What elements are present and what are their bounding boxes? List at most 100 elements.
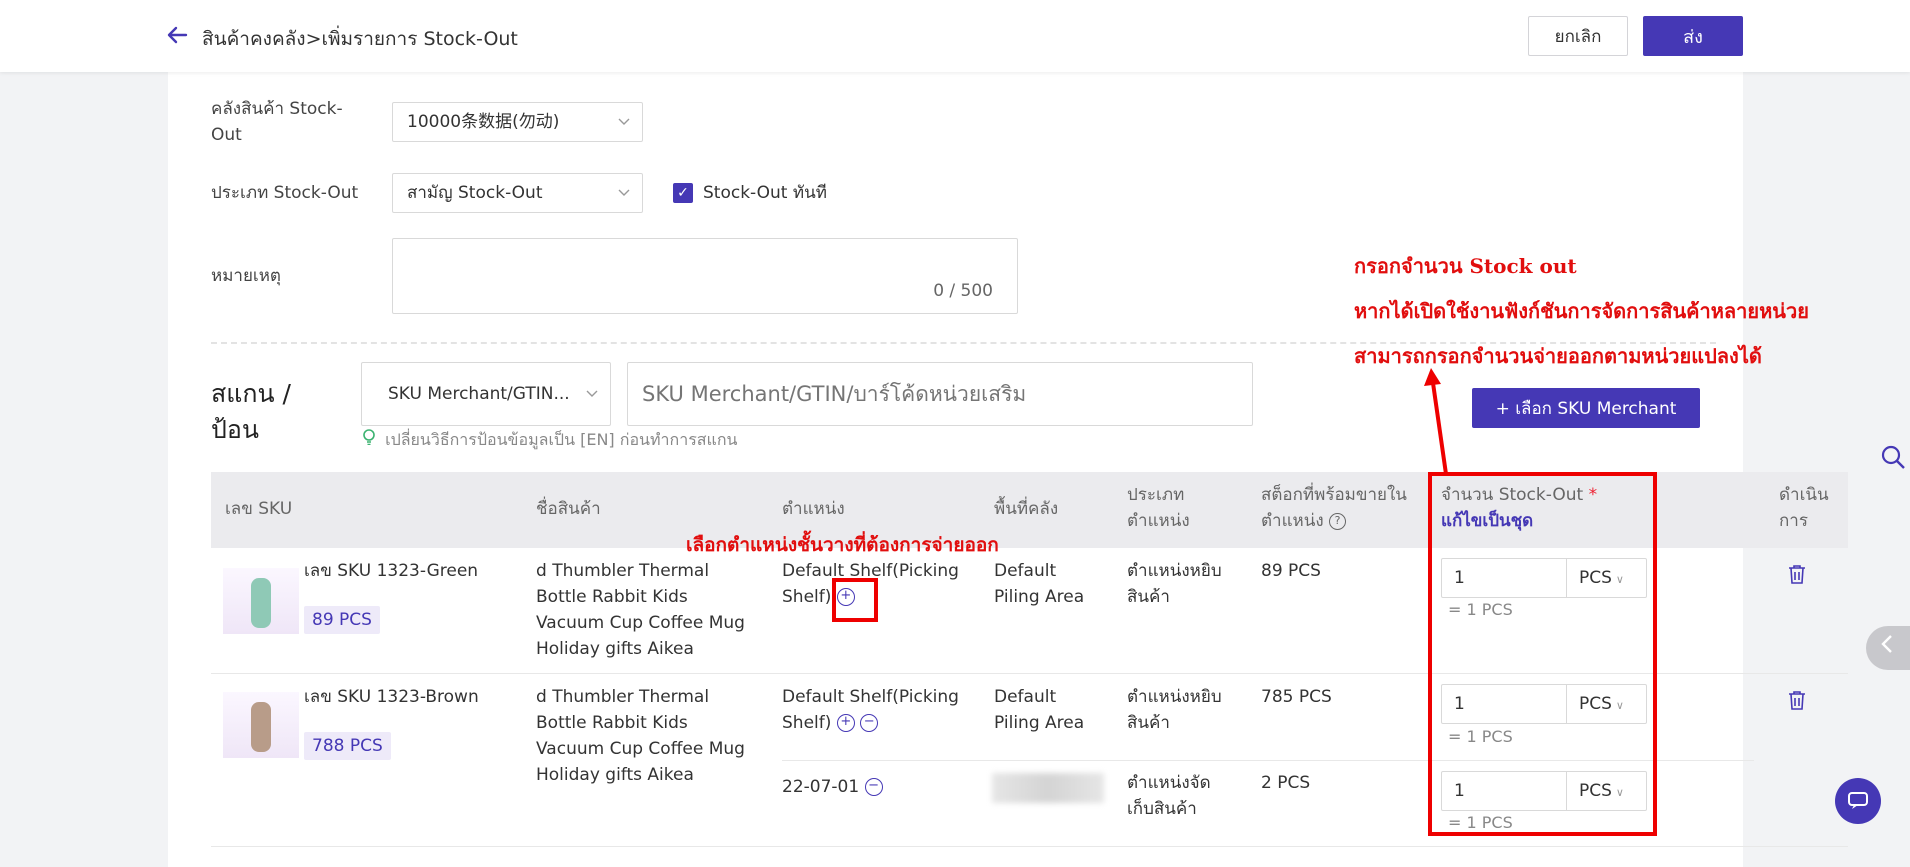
- warehouse-select-value: 10000条数据(勿动): [407, 112, 560, 132]
- note-label: หมายเหตุ: [211, 266, 281, 286]
- cancel-button[interactable]: ยกเลิก: [1528, 16, 1628, 56]
- question-icon[interactable]: ?: [1329, 512, 1347, 530]
- location-type-line1: ตำแหน่งหยิบ: [1127, 687, 1222, 707]
- search-icon[interactable]: [1880, 444, 1906, 476]
- th-location: ตำแหน่ง: [782, 499, 845, 519]
- type-select[interactable]: สามัญ Stock-Out: [392, 173, 643, 213]
- chevron-left-icon: [1881, 635, 1892, 653]
- blurred-area: [992, 773, 1104, 803]
- annotation-shelf-box: [832, 578, 878, 622]
- scan-input[interactable]: [627, 362, 1253, 426]
- annotation-arrow-icon: [1424, 368, 1448, 475]
- back-arrow-icon[interactable]: [166, 24, 190, 48]
- th-action-line1: ดำเนิน: [1779, 485, 1829, 505]
- product-name-line: Bottle Rabbit Kids: [536, 713, 688, 733]
- note-char-count: 0 / 500: [933, 281, 993, 301]
- sku-code: เลข SKU 1323-Brown: [304, 687, 479, 707]
- product-name-line: d Thumbler Thermal: [536, 561, 710, 581]
- th-location-type: ประเภท ตำแหน่ง: [1127, 482, 1190, 534]
- add-location-icon[interactable]: +: [836, 714, 855, 732]
- scan-mode-select[interactable]: SKU Merchant/GTIN...: [361, 362, 611, 426]
- bottle-image: [251, 702, 271, 752]
- product-name-line: d Thumbler Thermal: [536, 687, 710, 707]
- product-thumbnail: [223, 692, 299, 758]
- location-type-line2: สินค้า: [1127, 713, 1170, 733]
- scan-title: สแกน / ป้อน: [211, 376, 291, 448]
- collapse-panel-tab[interactable]: [1866, 626, 1910, 670]
- area-line1: Default: [994, 687, 1057, 707]
- warehouse-area: Default Piling Area: [994, 558, 1084, 610]
- location-type-line2: สินค้า: [1127, 587, 1170, 607]
- th-available-stock: สต็อกที่พร้อมขายใน ตำแหน่ง ?: [1261, 482, 1407, 534]
- product-name-line: Vacuum Cup Coffee Mug: [536, 613, 745, 633]
- scan-title-line2: ป้อน: [211, 415, 259, 444]
- product-name-line: Holiday gifts Aikea: [536, 765, 694, 785]
- stock-badge: 788 PCS: [304, 732, 391, 760]
- breadcrumb: สินค้าคงคลัง>เพิ่มรายการ Stock-Out: [202, 28, 518, 50]
- chevron-down-icon: [618, 174, 630, 227]
- scan-mode-value: SKU Merchant/GTIN...: [388, 384, 570, 404]
- shelf-location: Default Shelf(Picking Shelf) + −: [782, 684, 959, 736]
- location-type: ตำแหน่งหยิบ สินค้า: [1127, 684, 1222, 736]
- chat-icon[interactable]: [1835, 778, 1881, 824]
- stock-badge: 89 PCS: [304, 606, 380, 634]
- th-action-line2: การ: [1779, 511, 1808, 531]
- product-name-line: Vacuum Cup Coffee Mug: [536, 739, 745, 759]
- th-name: ชื่อสินค้า: [536, 499, 601, 519]
- th-location-type-line2: ตำแหน่ง: [1127, 511, 1190, 531]
- shelf-location-line2: Shelf): [782, 587, 832, 607]
- select-sku-merchant-button[interactable]: + เลือก SKU Merchant: [1472, 388, 1700, 428]
- annotation-qty-box: [1428, 472, 1657, 836]
- location-type-line1: ตำแหน่งหยิบ: [1127, 561, 1222, 581]
- th-location-type-line1: ประเภท: [1127, 485, 1185, 505]
- immediate-label: Stock-Out ทันที: [703, 183, 827, 203]
- type-label: ประเภท Stock-Out: [211, 183, 359, 203]
- scan-title-line1: สแกน /: [211, 379, 291, 408]
- scan-hint: เปลี่ยนวิธีการป้อนข้อมูลเป็น [EN] ก่อนทำ…: [362, 428, 737, 453]
- chevron-down-icon: [618, 103, 630, 156]
- shelf-location-line1: Default Shelf(Picking: [782, 687, 959, 707]
- th-available-line2: ตำแหน่ง: [1261, 511, 1324, 531]
- th-sku: เลข SKU: [225, 499, 293, 519]
- shelf-location: 22-07-01 −: [782, 774, 883, 800]
- warehouse-label-line1: คลังสินค้า Stock-: [211, 99, 343, 119]
- th-area: พื้นที่คลัง: [994, 499, 1059, 519]
- area-line1: Default: [994, 561, 1057, 581]
- location-type: ตำแหน่งจัด เก็บสินค้า: [1127, 770, 1211, 822]
- product-thumbnail: [223, 568, 299, 634]
- location-type-line2: เก็บสินค้า: [1127, 799, 1197, 819]
- immediate-checkbox[interactable]: ✓: [673, 183, 693, 203]
- type-select-value: สามัญ Stock-Out: [407, 183, 543, 203]
- product-name-line: Bottle Rabbit Kids: [536, 587, 688, 607]
- product-name: d Thumbler Thermal Bottle Rabbit Kids Va…: [536, 558, 745, 662]
- delete-icon[interactable]: [1788, 564, 1806, 584]
- top-bar: สินค้าคงคลัง>เพิ่มรายการ Stock-Out ยกเลิ…: [0, 0, 1910, 72]
- area-line2: Piling Area: [994, 713, 1085, 733]
- bottle-image: [251, 578, 271, 628]
- product-name: d Thumbler Thermal Bottle Rabbit Kids Va…: [536, 684, 745, 788]
- row-divider: [211, 846, 1848, 847]
- shelf-location-line2: Shelf): [782, 713, 832, 733]
- th-action: ดำเนิน การ: [1779, 482, 1829, 534]
- available-stock: 89 PCS: [1261, 561, 1321, 581]
- annotation-shelf: เลือกตำแหน่งชั้นวางที่ต้องการจ่ายออก: [686, 534, 999, 556]
- warehouse-area: Default Piling Area: [994, 684, 1084, 736]
- location-type: ตำแหน่งหยิบ สินค้า: [1127, 558, 1222, 610]
- lightbulb-icon: [362, 429, 381, 449]
- submit-button[interactable]: ส่ง: [1643, 16, 1743, 56]
- remove-location-icon[interactable]: −: [864, 778, 883, 796]
- shelf-location-line1: 22-07-01: [782, 777, 860, 797]
- location-type-line1: ตำแหน่งจัด: [1127, 773, 1211, 793]
- remove-location-icon[interactable]: −: [860, 714, 879, 732]
- annotation-qty-line3: สามารถกรอกจำนวนจ่ายออกตามหน่วยแปลงได้: [1354, 344, 1762, 368]
- product-name-line: Holiday gifts Aikea: [536, 639, 694, 659]
- delete-icon[interactable]: [1788, 690, 1806, 710]
- area-line2: Piling Area: [994, 587, 1085, 607]
- available-stock: 2 PCS: [1261, 773, 1311, 793]
- warehouse-select[interactable]: 10000条数据(勿动): [392, 102, 643, 142]
- annotation-qty-line1: กรอกจำนวน Stock out: [1354, 254, 1577, 278]
- note-textarea[interactable]: 0 / 500: [392, 238, 1018, 314]
- th-available-line1: สต็อกที่พร้อมขายใน: [1261, 485, 1407, 505]
- scan-hint-text: เปลี่ยนวิธีการป้อนข้อมูลเป็น [EN] ก่อนทำ…: [385, 430, 738, 449]
- sku-code: เลข SKU 1323-Green: [304, 561, 479, 581]
